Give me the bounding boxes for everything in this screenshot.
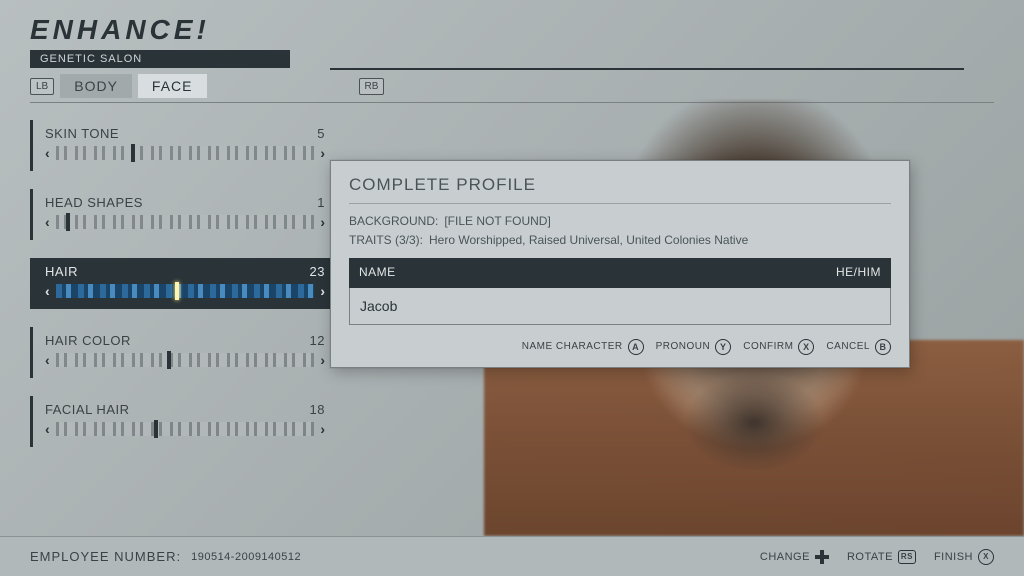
- slider-label: HEAD SHAPES: [45, 195, 143, 210]
- background-value: [FILE NOT FOUND]: [444, 212, 550, 231]
- chevron-right-icon[interactable]: ›: [320, 283, 325, 299]
- chevron-right-icon[interactable]: ›: [320, 421, 325, 437]
- chevron-right-icon[interactable]: ›: [320, 352, 325, 368]
- x-button-icon: X: [798, 339, 814, 355]
- chevron-left-icon[interactable]: ‹: [45, 283, 50, 299]
- slider-panel: SKIN TONE 5 ‹ › HEAD SHAPES 1 ‹ › HAIR 2…: [30, 120, 335, 447]
- name-character-button[interactable]: NAME CHARACTER A: [522, 339, 644, 355]
- footer: EMPLOYEE NUMBER: 190514-2009140512 CHANG…: [0, 536, 1024, 576]
- employee-number-label: EMPLOYEE NUMBER:: [30, 549, 181, 564]
- slider-label: SKIN TONE: [45, 126, 119, 141]
- chevron-left-icon[interactable]: ‹: [45, 421, 50, 437]
- slider-track[interactable]: [56, 284, 315, 298]
- x-button-icon: X: [978, 549, 994, 565]
- slider-hair[interactable]: HAIR 23 ‹ ›: [30, 258, 335, 309]
- slider-label: FACIAL HAIR: [45, 402, 129, 417]
- modal-actions: NAME CHARACTER A PRONOUN Y CONFIRM X CAN…: [349, 339, 891, 355]
- modal-title: COMPLETE PROFILE: [349, 175, 891, 204]
- chevron-left-icon[interactable]: ‹: [45, 352, 50, 368]
- name-label: NAME: [359, 263, 396, 282]
- complete-profile-modal: COMPLETE PROFILE BACKGROUND: [FILE NOT F…: [330, 160, 910, 368]
- slider-value: 18: [310, 402, 325, 417]
- pronoun-value: HE/HIM: [836, 263, 881, 282]
- chevron-right-icon[interactable]: ›: [320, 145, 325, 161]
- slider-track[interactable]: [56, 146, 315, 160]
- slider-label: HAIR: [45, 264, 78, 279]
- rs-stick-icon: RS: [898, 550, 916, 564]
- slider-hair-color[interactable]: HAIR COLOR 12 ‹ ›: [30, 327, 335, 378]
- app-subtitle: GENETIC SALON: [30, 50, 290, 68]
- slider-skin-tone[interactable]: SKIN TONE 5 ‹ ›: [30, 120, 335, 171]
- slider-value: 1: [317, 195, 325, 210]
- tab-body[interactable]: BODY: [60, 74, 132, 98]
- slider-value: 12: [310, 333, 325, 348]
- y-button-icon: Y: [715, 339, 731, 355]
- pronoun-button[interactable]: PRONOUN Y: [656, 339, 732, 355]
- slider-track[interactable]: [56, 353, 315, 367]
- b-button-icon: B: [875, 339, 891, 355]
- traits-label: TRAITS (3/3):: [349, 231, 423, 250]
- slider-head-shapes[interactable]: HEAD SHAPES 1 ‹ ›: [30, 189, 335, 240]
- name-header: NAME HE/HIM: [349, 258, 891, 287]
- lb-bumper[interactable]: LB: [30, 78, 54, 95]
- name-input[interactable]: Jacob: [349, 288, 891, 325]
- cancel-button[interactable]: CANCEL B: [826, 339, 891, 355]
- slider-facial-hair[interactable]: FACIAL HAIR 18 ‹ ›: [30, 396, 335, 447]
- chevron-left-icon[interactable]: ‹: [45, 214, 50, 230]
- a-button-icon: A: [628, 339, 644, 355]
- dpad-icon: [815, 550, 829, 564]
- confirm-button[interactable]: CONFIRM X: [743, 339, 814, 355]
- rb-bumper[interactable]: RB: [359, 78, 385, 95]
- tabs-row: LB BODY FACE RB: [30, 74, 994, 103]
- background-label: BACKGROUND:: [349, 212, 438, 231]
- slider-track[interactable]: [56, 215, 315, 229]
- tab-face[interactable]: FACE: [138, 74, 207, 98]
- header-divider: [330, 68, 964, 70]
- change-button[interactable]: CHANGE: [760, 550, 829, 564]
- employee-number-value: 190514-2009140512: [191, 551, 301, 563]
- slider-track[interactable]: [56, 422, 315, 436]
- traits-value: Hero Worshipped, Raised Universal, Unite…: [429, 231, 748, 250]
- chevron-left-icon[interactable]: ‹: [45, 145, 50, 161]
- rotate-button[interactable]: ROTATE RS: [847, 550, 916, 564]
- slider-label: HAIR COLOR: [45, 333, 131, 348]
- finish-button[interactable]: FINISH X: [934, 549, 994, 565]
- app-title: ENHANCE!: [30, 14, 994, 46]
- slider-value: 5: [317, 126, 325, 141]
- header: ENHANCE! GENETIC SALON: [30, 14, 994, 68]
- slider-value: 23: [310, 264, 325, 279]
- chevron-right-icon[interactable]: ›: [320, 214, 325, 230]
